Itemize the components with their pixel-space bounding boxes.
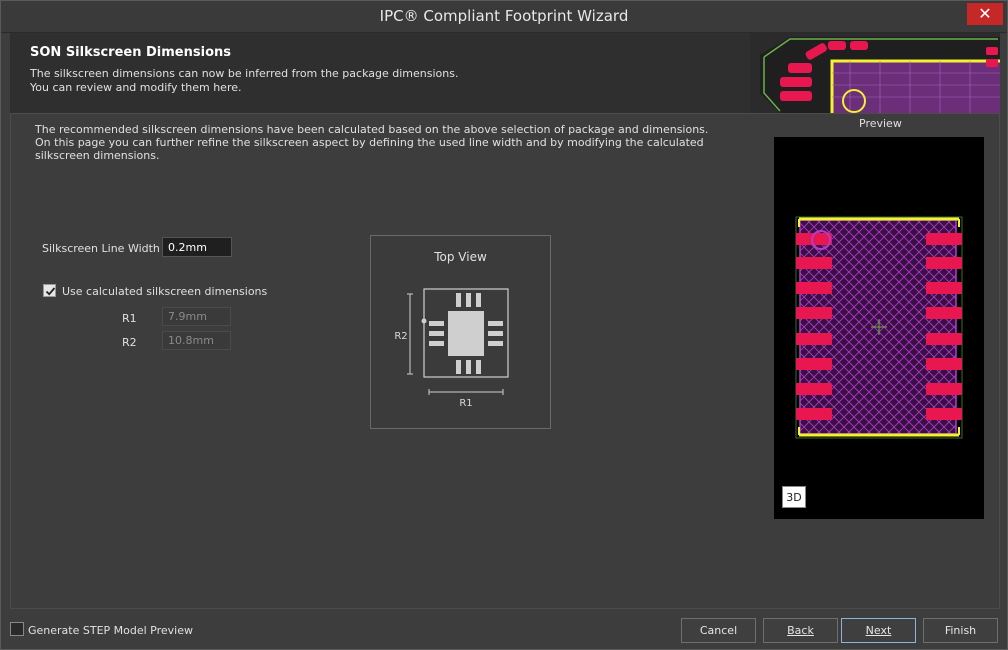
title-bar: IPC® Compliant Footprint Wizard ✕ [1,1,1007,33]
step-preview-checkbox[interactable] [10,622,24,636]
close-button[interactable]: ✕ [967,3,1003,25]
r1-input [162,307,231,326]
page-description-line-2: You can review and modify them here. [30,81,242,94]
intro-line-3: silkscreen dimensions. [35,149,160,162]
cancel-button-label: Cancel [699,624,738,637]
finish-button[interactable]: Finish [923,618,998,643]
next-button-label: Next [865,624,892,637]
checkmark-icon [45,287,56,296]
page-description: The silkscreen dimensions can now be inf… [30,67,458,95]
top-view-diagram: Top View R2 R1 [370,235,551,429]
page-title: SON Silkscreen Dimensions [30,45,231,60]
use-calculated-label: Use calculated silkscreen dimensions [62,285,268,298]
r2-input [162,331,231,350]
back-button-label: Back [787,624,814,637]
wizard-window: IPC® Compliant Footprint Wizard ✕ SON Si… [0,0,1008,650]
line-width-input[interactable] [162,237,232,257]
intro-line-2: On this page you can further refine the … [35,136,704,149]
footprint-banner-icon [750,33,1000,113]
r1-label: R1 [122,312,137,325]
step-preview-label: Generate STEP Model Preview [28,624,193,637]
next-button[interactable]: Next [841,618,916,643]
page-description-line-1: The silkscreen dimensions can now be inf… [30,67,459,80]
page-header: SON Silkscreen Dimensions The silkscreen… [10,33,1000,113]
r1-dimension-label: R1 [459,398,472,409]
r2-label: R2 [122,336,137,349]
back-button[interactable]: Back [763,618,838,643]
intro-line-1: The recommended silkscreen dimensions ha… [35,123,709,136]
3d-view-button[interactable]: 3D [782,486,806,508]
r2-dimension-label: R2 [394,331,407,342]
window-title: IPC® Compliant Footprint Wizard [379,7,629,25]
cancel-button[interactable]: Cancel [681,618,756,643]
line-width-label: Silkscreen Line Width [42,242,160,255]
footprint-render [795,216,963,439]
footprint-preview[interactable]: 3D [774,137,984,519]
finish-button-label: Finish [944,624,977,637]
intro-text: The recommended silkscreen dimensions ha… [35,123,709,162]
package-outline-icon: R2 R1 [394,288,509,409]
use-calculated-checkbox[interactable] [43,284,56,297]
preview-label: Preview [859,117,902,130]
content-panel: The recommended silkscreen dimensions ha… [10,113,1000,609]
